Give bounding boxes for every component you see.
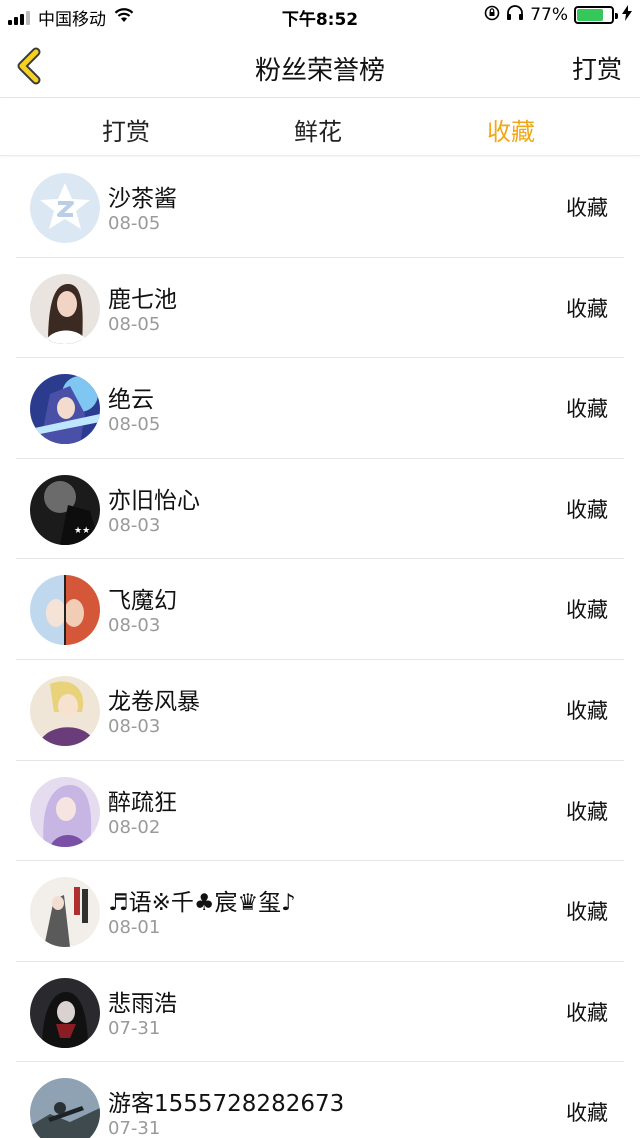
list-item[interactable]: 悲雨浩 07-31 收藏: [16, 962, 624, 1063]
list-item[interactable]: 龙卷风暴 08-03 收藏: [16, 660, 624, 761]
battery-percent: 77%: [530, 5, 568, 25]
tab-bar: 打赏 鲜花 收藏: [0, 99, 640, 156]
user-name: 悲雨浩: [108, 990, 177, 1017]
user-name: 沙茶酱: [108, 186, 177, 212]
list-item[interactable]: ♬语※千♣宸♛玺♪ 08-01 收藏: [16, 861, 624, 962]
svg-text:★★: ★★: [74, 526, 90, 536]
status-bar: 中国移动 下午8:52 77%: [0, 0, 640, 34]
action-label: 收藏: [566, 1101, 608, 1126]
charging-icon: [622, 5, 632, 25]
user-name: 亦旧怡心: [108, 487, 200, 514]
action-label: 收藏: [566, 497, 608, 522]
tab-flowers[interactable]: 鲜花: [294, 112, 342, 147]
list-item[interactable]: 沙茶酱 08-05 收藏: [16, 157, 624, 258]
action-label: 收藏: [566, 598, 608, 623]
avatar: ★★: [30, 474, 100, 545]
action-label: 收藏: [566, 296, 608, 321]
avatar: [30, 374, 100, 445]
user-date: 08-03: [108, 514, 161, 536]
user-name: 游客1555728282673: [108, 1091, 345, 1118]
user-date: 08-05: [108, 213, 161, 234]
user-name: ♬语※千♣宸♛玺♪: [108, 890, 296, 917]
user-name: 绝云: [108, 387, 154, 414]
list-item[interactable]: 醉疏狂 08-02 收藏: [16, 761, 624, 862]
user-name: 醉疏狂: [108, 789, 177, 816]
user-date: 08-03: [108, 715, 161, 737]
avatar: [30, 977, 100, 1048]
action-label: 收藏: [566, 900, 608, 925]
user-name: 飞魔幻: [108, 588, 177, 615]
avatar: [30, 1078, 100, 1138]
battery-level-fill: [577, 9, 604, 21]
fan-list: 沙茶酱 08-05 收藏 鹿七池 08-05 收藏 绝云 08-05 收藏 ★★…: [16, 157, 624, 1138]
page-title: 粉丝荣誉榜: [254, 56, 385, 86]
list-item[interactable]: 鹿七池 08-05 收藏: [16, 258, 624, 359]
user-name: 鹿七池: [108, 286, 177, 313]
list-item[interactable]: 游客1555728282673 07-31 收藏: [16, 1062, 624, 1138]
orientation-lock-icon: [484, 5, 500, 25]
user-date: 08-02: [108, 816, 161, 838]
user-name: 龙卷风暴: [108, 688, 200, 715]
action-label: 收藏: [566, 397, 608, 422]
avatar: [30, 273, 100, 344]
action-label: 收藏: [566, 196, 608, 220]
avatar: [30, 776, 100, 847]
avatar: [30, 173, 100, 243]
avatar: [30, 575, 100, 646]
user-date: 08-05: [108, 313, 161, 335]
user-date: 08-03: [108, 615, 161, 637]
user-date: 07-31: [108, 1017, 161, 1039]
user-date: 07-31: [108, 1118, 161, 1138]
user-date: 08-05: [108, 414, 161, 436]
reward-button[interactable]: 打赏: [572, 50, 622, 86]
avatar: [30, 675, 100, 746]
user-date: 08-01: [108, 917, 161, 939]
headphones-icon: [506, 5, 524, 25]
list-item[interactable]: ★★ 亦旧怡心 08-03 收藏: [16, 459, 624, 560]
action-label: 收藏: [566, 698, 608, 723]
avatar: [30, 877, 100, 948]
tab-reward[interactable]: 打赏: [102, 112, 150, 147]
tab-favorites[interactable]: 收藏: [487, 112, 535, 147]
list-item[interactable]: 绝云 08-05 收藏: [16, 358, 624, 459]
nav-bar: 粉丝荣誉榜 打赏: [0, 34, 640, 98]
battery-icon: [574, 6, 618, 24]
list-item[interactable]: 飞魔幻 08-03 收藏: [16, 559, 624, 660]
status-right: 77%: [484, 5, 632, 25]
action-label: 收藏: [566, 799, 608, 824]
action-label: 收藏: [566, 1000, 608, 1025]
